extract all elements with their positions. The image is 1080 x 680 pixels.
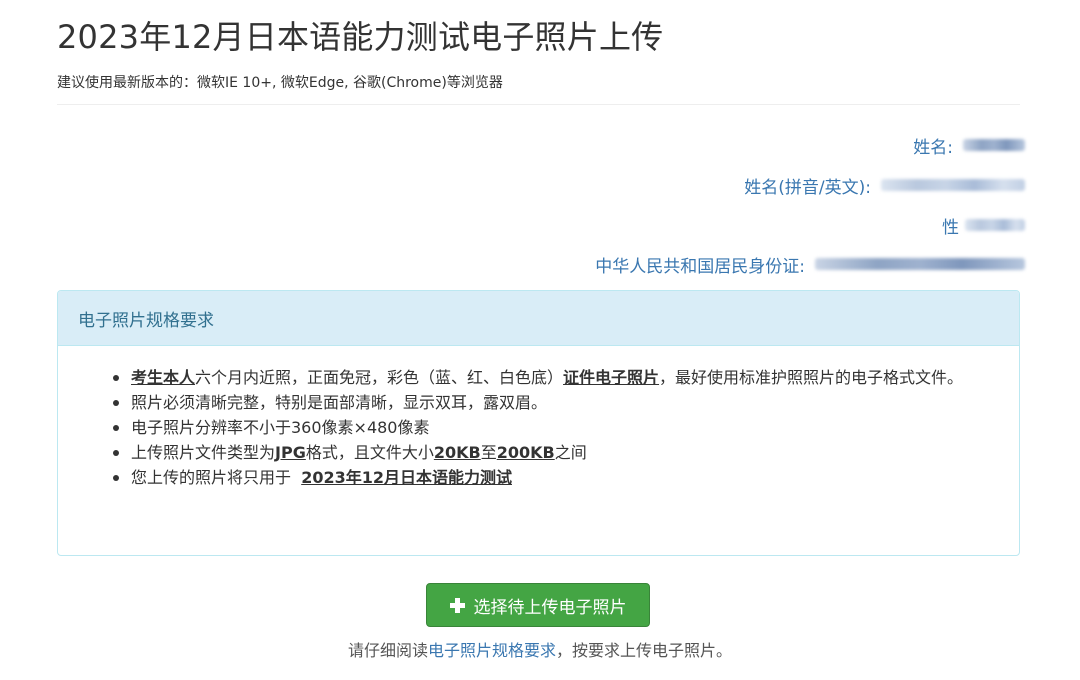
list-item: 考生本人六个月内近照，正面免冠，彩色（蓝、红、白色底）证件电子照片，最好使用标准… — [113, 365, 1011, 390]
emph-text: 2023年12月日本语能力测试 — [301, 468, 512, 487]
info-row-name: 姓名: — [913, 134, 1025, 158]
info-row-pinyin: 姓名(拼音/英文): — [744, 174, 1025, 198]
plus-icon — [449, 597, 465, 613]
item-text: 您上传的照片将只用于 — [131, 468, 302, 487]
emph-text: 证件电子照片 — [563, 368, 660, 387]
item-text: 上传照片文件类型为 — [131, 443, 276, 462]
requirements-link[interactable]: 电子照片规格要求 — [428, 641, 556, 660]
requirements-list: 考生本人六个月内近照，正面免冠，彩色（蓝、红、白色底）证件电子照片，最好使用标准… — [113, 365, 1011, 490]
name-value-redacted — [963, 139, 1025, 151]
panel-heading: 电子照片规格要求 — [58, 291, 1019, 346]
item-text: ，最好使用标准护照照片的电子格式文件。 — [659, 368, 964, 387]
list-item: 您上传的照片将只用于 2023年12月日本语能力测试 — [113, 465, 1011, 490]
gender-value-redacted — [965, 219, 1025, 231]
hint-prefix: 请仔细阅读 — [347, 641, 428, 660]
requirements-panel: 电子照片规格要求 考生本人六个月内近照，正面免冠，彩色（蓝、红、白色底）证件电子… — [57, 290, 1020, 556]
page: 2023年12月日本语能力测试电子照片上传 建议使用最新版本的：微软IE 10+… — [0, 0, 1080, 680]
id-value-redacted — [815, 258, 1025, 270]
list-item: 照片必须清晰完整，特别是面部清晰，显示双耳，露双眉。 — [113, 390, 1011, 415]
upload-hint: 请仔细阅读电子照片规格要求，按要求上传电子照片。 — [0, 637, 1080, 661]
emph-text: 200KB — [496, 443, 555, 462]
hint-suffix: ，按要求上传电子照片。 — [556, 641, 733, 660]
item-text: 至 — [480, 443, 497, 462]
browser-note: 建议使用最新版本的：微软IE 10+, 微软Edge, 谷歌(Chrome)等浏… — [57, 75, 503, 91]
item-text: 照片必须清晰完整，特别是面部清晰，显示双耳，露双眉。 — [131, 393, 548, 412]
upload-button-label: 选择待上传电子照片 — [473, 597, 627, 617]
list-item: 上传照片文件类型为JPG格式，且文件大小20KB至200KB之间 — [113, 440, 1011, 465]
item-text: 之间 — [554, 443, 587, 462]
upload-photo-button[interactable]: 选择待上传电子照片 — [426, 583, 650, 627]
info-row-gender: 性 — [942, 214, 1025, 238]
panel-title: 电子照片规格要求 — [78, 310, 214, 331]
name-label: 姓名: — [913, 137, 953, 158]
emph-text: JPG — [275, 443, 306, 462]
pinyin-value-redacted — [881, 179, 1025, 191]
id-label: 中华人民共和国居民身份证: — [595, 256, 805, 277]
item-text: 格式，且文件大小 — [305, 443, 434, 462]
emph-text: 考生本人 — [131, 368, 196, 387]
pinyin-label: 姓名(拼音/英文): — [744, 177, 871, 198]
info-row-id: 中华人民共和国居民身份证: — [595, 253, 1025, 277]
item-text: 六个月内近照，正面免冠，彩色（蓝、红、白色底） — [195, 368, 564, 387]
list-item: 电子照片分辨率不小于360像素×480像素 — [113, 415, 1011, 440]
header-divider — [57, 104, 1020, 105]
item-text: 电子照片分辨率不小于360像素×480像素 — [131, 418, 430, 437]
page-title: 2023年12月日本语能力测试电子照片上传 — [57, 18, 664, 56]
gender-label: 性 — [942, 217, 959, 238]
emph-text: 20KB — [433, 443, 481, 462]
